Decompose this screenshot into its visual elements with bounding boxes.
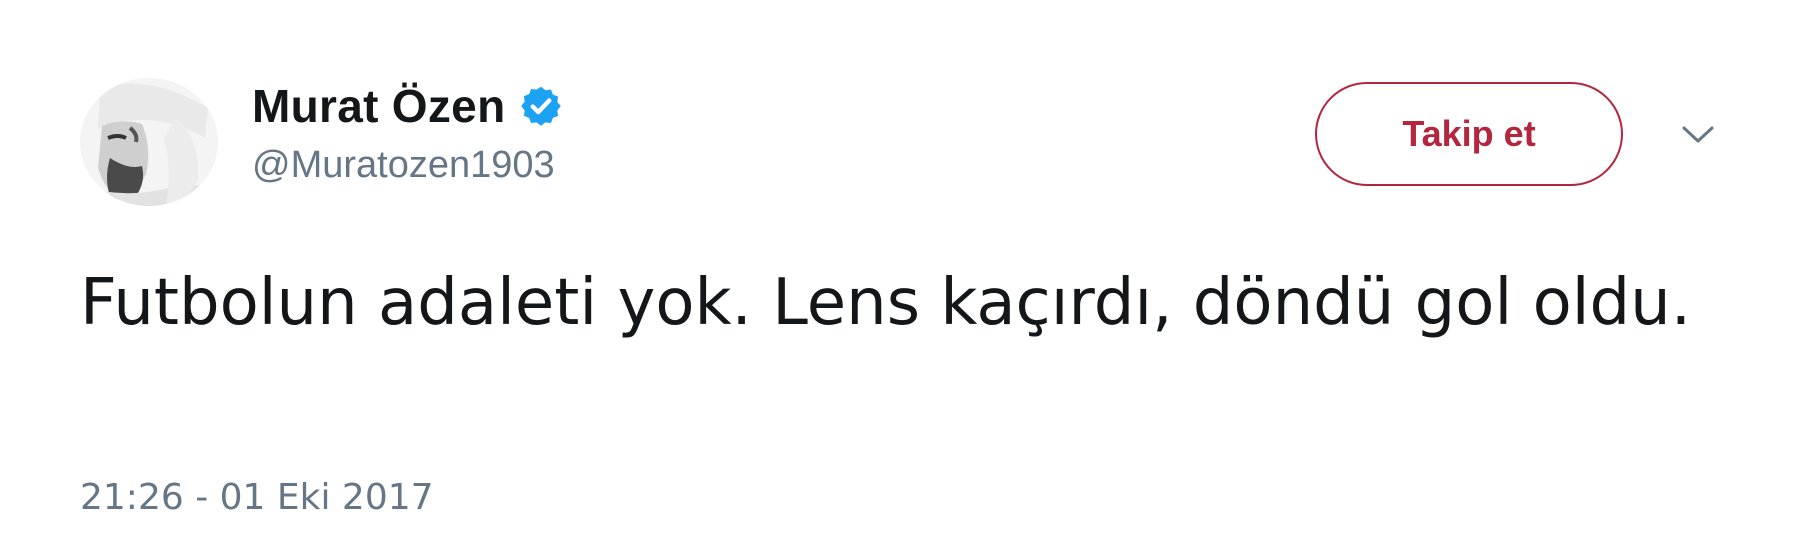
author-handle[interactable]: @Muratozen1903 [252,146,555,184]
author-display-name[interactable]: Murat Özen [252,83,505,129]
verified-badge-icon [519,84,563,128]
follow-button[interactable]: Takip et [1315,82,1623,186]
tweet-text: Futbolun adaleti yok. Lens kaçırdı, dönd… [80,266,1692,340]
chevron-down-icon[interactable] [1678,122,1718,148]
tweet-card: Murat Özen @Muratozen1903 Takip et Futbo… [0,0,1809,555]
avatar[interactable] [80,78,218,206]
tweet-timestamp[interactable]: 21:26 - 01 Eki 2017 [80,480,434,516]
author-name-row[interactable]: Murat Özen [252,74,563,138]
avatar-photo [80,78,218,206]
